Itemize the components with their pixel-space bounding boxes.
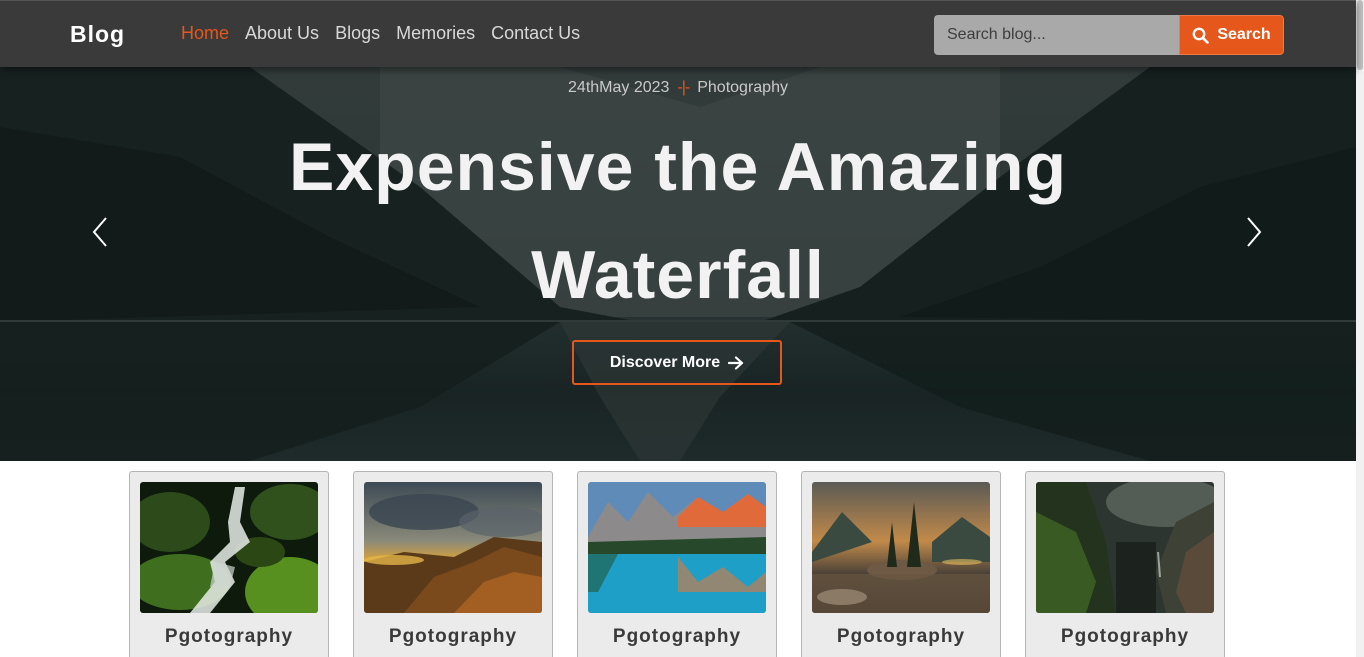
meta-separator: -|- <box>677 79 690 96</box>
hero-title-line-2: Waterfall <box>531 237 825 313</box>
page-scrollbar[interactable] <box>1356 0 1364 657</box>
search-icon <box>1192 27 1210 44</box>
category-card[interactable]: Pgotography <box>1025 471 1225 657</box>
scrollbar-thumb[interactable] <box>1357 0 1363 70</box>
navbar: Blog Home About Us Blogs Memories Contac… <box>0 0 1356 67</box>
post-category[interactable]: Photography <box>697 79 788 96</box>
card-image-waterfall <box>140 482 318 613</box>
nav-item-blogs[interactable]: Blogs <box>335 23 380 44</box>
card-image-hills-sunset <box>364 482 542 613</box>
chevron-right-icon <box>1247 217 1262 247</box>
card-caption: Pgotography <box>388 626 518 647</box>
nav-item-contact-us[interactable]: Contact Us <box>491 23 580 44</box>
brand-logo[interactable]: Blog <box>70 21 125 48</box>
search-form: Search <box>934 15 1284 55</box>
chevron-left-icon <box>92 217 107 247</box>
category-card[interactable]: Pgotography <box>353 471 553 657</box>
nav-item-memories[interactable]: Memories <box>396 23 475 44</box>
post-meta: 24thMay 2023 -|- Photography <box>0 79 1356 97</box>
card-image-island-trees <box>812 482 990 613</box>
slider-prev-button[interactable] <box>86 215 116 249</box>
card-caption: Pgotography <box>836 626 966 647</box>
nav-links: Home About Us Blogs Memories Contact Us <box>181 23 580 44</box>
discover-more-label: Discover More <box>609 353 721 371</box>
discover-more-button[interactable]: Discover More <box>572 340 782 385</box>
category-card[interactable]: Pgotography <box>801 471 1001 657</box>
post-date: 24thMay 2023 <box>568 79 670 96</box>
category-card[interactable]: Pgotography <box>129 471 329 657</box>
hero-title-line-1: Expensive the Amazing <box>288 129 1068 205</box>
slider-next-button[interactable] <box>1239 215 1269 249</box>
search-button[interactable]: Search <box>1179 15 1284 55</box>
card-caption: Pgotography <box>612 626 742 647</box>
category-cards: Pgotography Pgotography Pgotography Pgot… <box>0 471 1356 657</box>
card-caption: Pgotography <box>164 626 294 647</box>
arrow-right-icon <box>728 355 744 370</box>
search-input[interactable] <box>934 15 1179 55</box>
card-image-mountain-lake <box>588 482 766 613</box>
search-button-label: Search <box>1217 26 1271 43</box>
hero-title: Expensive the Amazing Waterfall <box>228 113 1128 329</box>
hero-slider: 24thMay 2023 -|- Photography Expensive the… <box>0 67 1356 461</box>
card-image-canyon <box>1036 482 1214 613</box>
card-caption: Pgotography <box>1060 626 1190 647</box>
nav-item-about-us[interactable]: About Us <box>245 23 319 44</box>
category-card[interactable]: Pgotography <box>577 471 777 657</box>
nav-item-home[interactable]: Home <box>181 23 229 44</box>
